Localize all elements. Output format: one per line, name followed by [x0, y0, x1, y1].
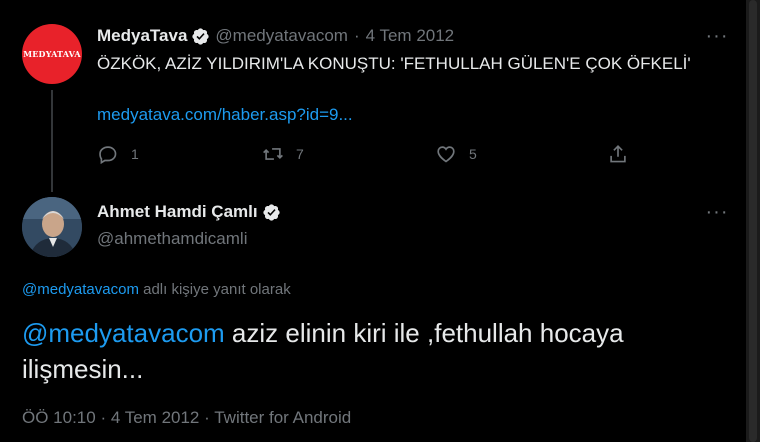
- retweet-icon: [263, 148, 283, 160]
- tweet-date[interactable]: 4 Tem 2012: [366, 26, 455, 46]
- like-count: 5: [469, 146, 477, 162]
- tweet-date[interactable]: 4 Tem 2012: [111, 408, 200, 427]
- reply-to-label: adlı kişiye yanıt olarak: [138, 281, 291, 298]
- avatar-logo-text: MEDYATAVA: [23, 49, 81, 59]
- avatar[interactable]: MEDYATAVA: [22, 24, 82, 84]
- reply-count: 1: [131, 146, 139, 162]
- tweet-body: @medyatavacom aziz elinin kiri ile ,feth…: [22, 315, 722, 387]
- scrollbar[interactable]: [746, 0, 760, 442]
- separator-dot: ·: [100, 408, 107, 427]
- separator-dot: ·: [353, 26, 360, 45]
- more-icon[interactable]: ···: [704, 202, 730, 222]
- tweet-link[interactable]: medyatava.com/haber.asp?id=9...: [97, 105, 353, 125]
- reply-to-mention[interactable]: @medyatavacom: [22, 281, 139, 298]
- reply-button[interactable]: 1: [97, 143, 139, 165]
- scrollbar-thumb[interactable]: [749, 0, 757, 442]
- avatar[interactable]: [22, 197, 82, 257]
- thread-connector: [51, 90, 53, 192]
- share-button[interactable]: [607, 143, 629, 165]
- parent-tweet[interactable]: MEDYATAVA MedyaTava @medyatavacom · 4 Te…: [0, 0, 746, 192]
- author-handle[interactable]: @medyatavacom: [215, 26, 348, 46]
- retweet-count: 7: [296, 146, 304, 162]
- reply-context: @medyatavacom adlı kişiye yanıt olarak: [22, 281, 291, 298]
- author-name-row: Ahmet Hamdi Çamlı: [97, 202, 281, 222]
- author-name[interactable]: MedyaTava: [97, 26, 187, 46]
- body-mention[interactable]: @medyatavacom: [22, 318, 225, 348]
- separator-dot: ·: [204, 408, 210, 427]
- like-button[interactable]: 5: [435, 143, 477, 165]
- tweet-header: MedyaTava @medyatavacom · 4 Tem 2012: [97, 26, 454, 46]
- tweet-text: ÖZKÖK, AZİZ YILDIRIM'LA KONUŞTU: 'FETHUL…: [97, 54, 691, 73]
- verified-badge-icon: [192, 27, 210, 45]
- retweet-button[interactable]: 7: [262, 143, 304, 165]
- share-icon: [610, 145, 626, 163]
- tweet-meta: ÖÖ 10:10 · 4 Tem 2012 · Twitter for Andr…: [22, 408, 351, 428]
- author-name[interactable]: Ahmet Hamdi Çamlı: [97, 202, 258, 222]
- main-tweet: Ahmet Hamdi Çamlı @ahmethamdicamli ··· @…: [0, 185, 746, 442]
- tweet-actions: 1 7 5: [97, 143, 637, 169]
- avatar-photo: [22, 197, 82, 257]
- more-icon[interactable]: ···: [704, 26, 730, 46]
- tweet-time[interactable]: ÖÖ 10:10: [22, 408, 96, 427]
- verified-badge-icon: [262, 203, 280, 221]
- author-handle[interactable]: @ahmethamdicamli: [97, 229, 247, 249]
- reply-icon: [99, 146, 117, 165]
- tweet-source[interactable]: Twitter for Android: [214, 408, 351, 427]
- heart-icon: [437, 146, 455, 163]
